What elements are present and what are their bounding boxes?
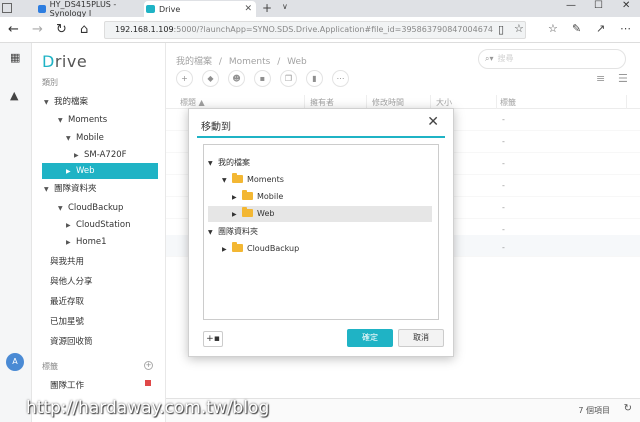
avatar[interactable]: A [6,353,24,371]
tree-mobile[interactable]: ▼ Mobile [66,130,164,146]
starred-link[interactable]: 已加星號 [50,315,84,327]
dest-team-folder[interactable]: ▼ 團隊資料夾 [208,224,258,240]
window-close-button[interactable]: ✕ [622,0,630,11]
dest-moments[interactable]: ▼ Moments [222,172,284,188]
share-icon[interactable]: ↗ [596,22,605,35]
app-grid-icon[interactable]: ▦ [10,51,20,64]
tab-title: Drive [159,4,181,14]
tree-team-folder[interactable]: ▼ 團隊資料夾 [44,181,164,197]
tree-home1[interactable]: ▶ Home1 [66,234,164,250]
tree-moments[interactable]: ▼ Moments [58,112,164,128]
recent-link[interactable]: 最近存取 [50,295,84,307]
dest-mobile[interactable]: ▶ Mobile [232,189,283,205]
recycle-bin-link[interactable]: 資源回收筒 [50,335,93,347]
home-icon[interactable]: ⌂ [80,22,88,37]
close-icon[interactable]: ✕ [427,114,439,130]
drive-favicon-icon [146,5,155,13]
dest-my-files[interactable]: ▼ 我的檔案 [208,155,250,171]
label-color-swatch [145,380,151,386]
notes-pen-icon[interactable]: ✎ [572,22,581,35]
browser-tab-synology[interactable]: HY_DS415PLUS - Synology I [36,0,144,18]
favorites-list-icon[interactable]: ☆ [548,22,558,35]
watermark-text: http://hardaway.com.tw/blog [26,398,270,418]
folder-icon [232,173,243,183]
add-label-button[interactable]: + [144,361,153,370]
tree-cloudbackup[interactable]: ▼ CloudBackup [58,200,164,216]
browser-nav-bar: ← → ↻ ⌂ 192.168.1.109:5000/?launchApp=SY… [0,17,640,43]
refresh-icon[interactable]: ↻ [56,22,67,37]
maximize-button[interactable]: ☐ [594,0,603,11]
shared-with-me-link[interactable]: 與我共用 [50,255,84,267]
tree-web-selected[interactable]: ▶ Web [42,163,158,179]
tree-sm-a720f[interactable]: ▶ SM-A720F [74,147,164,163]
label-team-work[interactable]: 團隊工作 [50,379,84,391]
browser-tab-bar: HY_DS415PLUS - Synology I Drive ✕ + ∨ — … [0,0,640,18]
address-bar[interactable]: 192.168.1.109:5000/?launchApp=SYNO.SDS.D… [104,21,526,39]
category-label: 類別 [42,78,58,87]
forward-arrow-icon[interactable]: → [32,22,43,37]
tree-my-files[interactable]: ▼ 我的檔案 [44,94,164,110]
url-host: 192.168.1.109 [115,25,174,34]
dest-cloudbackup[interactable]: ▶ CloudBackup [222,241,299,257]
labels-section-title: 標籤 [42,362,58,371]
folder-icon [232,242,243,252]
drive-logo: Drive [42,52,88,71]
confirm-button[interactable]: 確定 [347,329,393,347]
more-menu-icon[interactable]: ⋯ [620,22,631,35]
destination-tree: ▼ 我的檔案 ▼ Moments ▶ Mobile ▶ Web ▼ 團隊資料夾 ▶ Clou… [203,144,439,320]
title-underline [197,136,445,138]
dest-web-selected[interactable]: ▶ Web [208,206,432,222]
notification-bell-icon[interactable]: ▲ [10,89,18,102]
item-count: 7 個項目 [578,406,610,415]
close-tab-icon[interactable]: ✕ [244,4,252,14]
back-arrow-icon[interactable]: ← [8,22,19,37]
tab-actions-icon[interactable] [2,3,12,13]
folder-icon [242,207,253,217]
dialog-title: 移動到 [201,122,231,133]
folder-icon [242,190,253,200]
minimize-button[interactable]: — [566,0,576,11]
tab-menu-icon[interactable]: ∨ [282,2,288,11]
tab-title: HY_DS415PLUS - Synology I [49,0,117,18]
cancel-button[interactable]: 取消 [398,329,444,347]
browser-tab-drive[interactable]: Drive ✕ [144,1,256,17]
new-folder-button[interactable]: +▪ [203,331,223,347]
url-path: :5000/?launchApp=SYNO.SDS.Drive.Applicat… [173,25,493,34]
move-to-dialog: 移動到 ✕ ▼ 我的檔案 ▼ Moments ▶ Mobile ▶ Web ▼ 團隊資料夾… [188,108,454,357]
tree-cloudstation[interactable]: ▶ CloudStation [66,217,164,233]
drive-sidebar: Drive 類別 ▼ 我的檔案 ▼ Moments ▼ Mobile ▶ SM-A720… [32,43,166,422]
synology-favicon-icon [38,5,46,13]
shared-with-others-link[interactable]: 與他人分享 [50,275,93,287]
favorite-star-icon[interactable]: ☆ [514,22,524,35]
refresh-list-icon[interactable]: ↻ [624,403,632,414]
reading-view-icon[interactable]: ▯ [498,23,504,36]
new-tab-button[interactable]: + [262,1,272,15]
